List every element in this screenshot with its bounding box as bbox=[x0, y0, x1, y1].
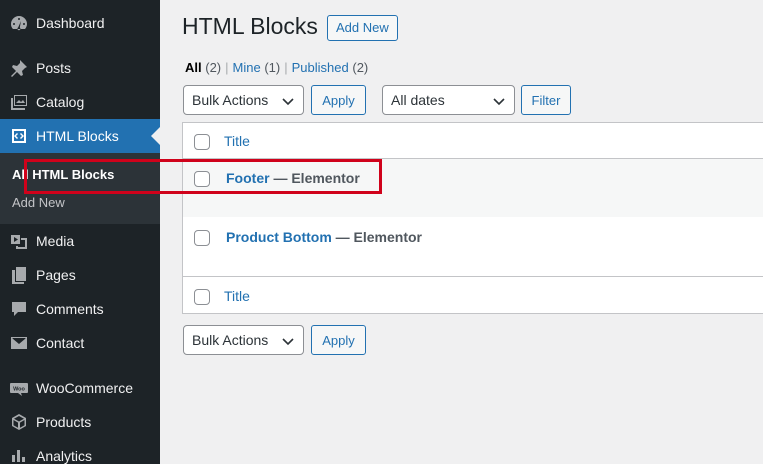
sidebar-item-label: Posts bbox=[36, 60, 72, 76]
apply-button-bottom[interactable]: Apply bbox=[311, 325, 366, 355]
post-title-link[interactable]: Product Bottom bbox=[226, 229, 332, 245]
sidebar-item-catalog[interactable]: Catalog bbox=[0, 85, 160, 119]
sidebar-submenu: All HTML Blocks Add New bbox=[0, 153, 160, 224]
sidebar-item-media[interactable]: Media bbox=[0, 224, 160, 258]
gallery-icon bbox=[0, 92, 36, 112]
svg-text:Woo: Woo bbox=[13, 387, 25, 393]
table-row: Footer — Elementor bbox=[183, 159, 763, 217]
row-checkbox[interactable] bbox=[194, 171, 210, 187]
sidebar-item-label: Products bbox=[36, 414, 92, 430]
sidebar-item-label: Catalog bbox=[36, 94, 85, 110]
dates-value: All dates bbox=[391, 92, 445, 108]
pin-icon bbox=[0, 58, 36, 78]
bulk-actions-select-bottom[interactable]: Bulk Actions bbox=[183, 325, 304, 355]
post-title: Footer — Elementor bbox=[226, 170, 360, 186]
sidebar-item-label: Dashboard bbox=[36, 15, 105, 31]
add-new-button[interactable]: Add New bbox=[327, 15, 398, 41]
post-state: — Elementor bbox=[331, 229, 423, 245]
box-icon bbox=[0, 412, 36, 432]
select-all-checkbox-footer[interactable] bbox=[194, 289, 210, 305]
sidebar-item-label: WooCommerce bbox=[36, 380, 133, 396]
comment-icon bbox=[0, 299, 36, 319]
sidebar-item-contact[interactable]: Contact bbox=[0, 326, 160, 360]
admin-sidebar: Dashboard Posts Catalog HTML Blocks All … bbox=[0, 0, 160, 464]
sidebar-item-label: Media bbox=[36, 233, 75, 249]
sidebar-item-woocommerce[interactable]: Woo WooCommerce bbox=[0, 371, 160, 405]
bar-chart-icon bbox=[0, 446, 36, 464]
sidebar-item-label: Comments bbox=[36, 301, 104, 317]
sidebar-item-products[interactable]: Products bbox=[0, 405, 160, 439]
pages-icon bbox=[0, 265, 36, 285]
posts-table: Title Footer — Elementor Product Bottom … bbox=[182, 122, 763, 314]
sidebar-item-posts[interactable]: Posts bbox=[0, 51, 160, 85]
post-title-link[interactable]: Footer bbox=[226, 170, 270, 186]
apply-button-top[interactable]: Apply bbox=[311, 85, 366, 115]
sidebar-item-analytics[interactable]: Analytics bbox=[0, 439, 160, 464]
chevron-down-icon bbox=[281, 334, 295, 348]
dates-select[interactable]: All dates bbox=[382, 85, 515, 115]
column-title-header[interactable]: Title bbox=[224, 133, 250, 149]
select-all-checkbox[interactable] bbox=[194, 134, 210, 150]
table-header-row: Title bbox=[183, 123, 763, 159]
filter-separator: | bbox=[225, 60, 229, 75]
sidebar-item-label: HTML Blocks bbox=[36, 128, 119, 144]
sidebar-item-label: Contact bbox=[36, 335, 85, 351]
row-checkbox[interactable] bbox=[194, 230, 210, 246]
filter-all[interactable]: All (2) bbox=[185, 60, 221, 75]
bulk-actions-select-top[interactable]: Bulk Actions bbox=[183, 85, 304, 115]
sidebar-item-pages[interactable]: Pages bbox=[0, 258, 160, 292]
column-title-footer[interactable]: Title bbox=[224, 288, 250, 304]
sidebar-item-comments[interactable]: Comments bbox=[0, 292, 160, 326]
sidebar-item-label: Analytics bbox=[36, 448, 93, 464]
bulk-actions-value: Bulk Actions bbox=[192, 92, 269, 108]
woocommerce-icon: Woo bbox=[0, 378, 36, 398]
filter-separator: | bbox=[284, 60, 288, 75]
bulk-actions-value: Bulk Actions bbox=[192, 332, 269, 348]
code-block-icon bbox=[0, 126, 36, 146]
filter-button[interactable]: Filter bbox=[521, 85, 571, 115]
table-footer-row: Title bbox=[183, 278, 763, 314]
media-icon bbox=[0, 231, 36, 251]
post-state: — Elementor bbox=[269, 170, 360, 186]
sidebar-item-label: Pages bbox=[36, 267, 76, 283]
filter-mine[interactable]: Mine (1) bbox=[233, 60, 281, 75]
chevron-down-icon bbox=[281, 94, 295, 108]
sidebar-item-html-blocks[interactable]: HTML Blocks bbox=[0, 119, 160, 153]
main-content: HTML Blocks Add New All (2) | Mine (1) | Pub… bbox=[160, 0, 763, 464]
sidebar-item-dashboard[interactable]: Dashboard bbox=[0, 6, 160, 40]
status-filter-links: All (2) | Mine (1) | Published (2) bbox=[185, 60, 368, 75]
submenu-item-add-new[interactable]: Add New bbox=[12, 195, 65, 210]
filter-published[interactable]: Published (2) bbox=[292, 60, 369, 75]
dashboard-icon bbox=[0, 13, 36, 33]
post-title: Product Bottom — Elementor bbox=[226, 229, 422, 245]
table-row: Product Bottom — Elementor bbox=[183, 217, 763, 277]
submenu-item-all-html-blocks[interactable]: All HTML Blocks bbox=[12, 167, 114, 182]
page-title: HTML Blocks bbox=[182, 13, 318, 39]
chevron-down-icon bbox=[492, 94, 506, 108]
mail-icon bbox=[0, 333, 36, 353]
